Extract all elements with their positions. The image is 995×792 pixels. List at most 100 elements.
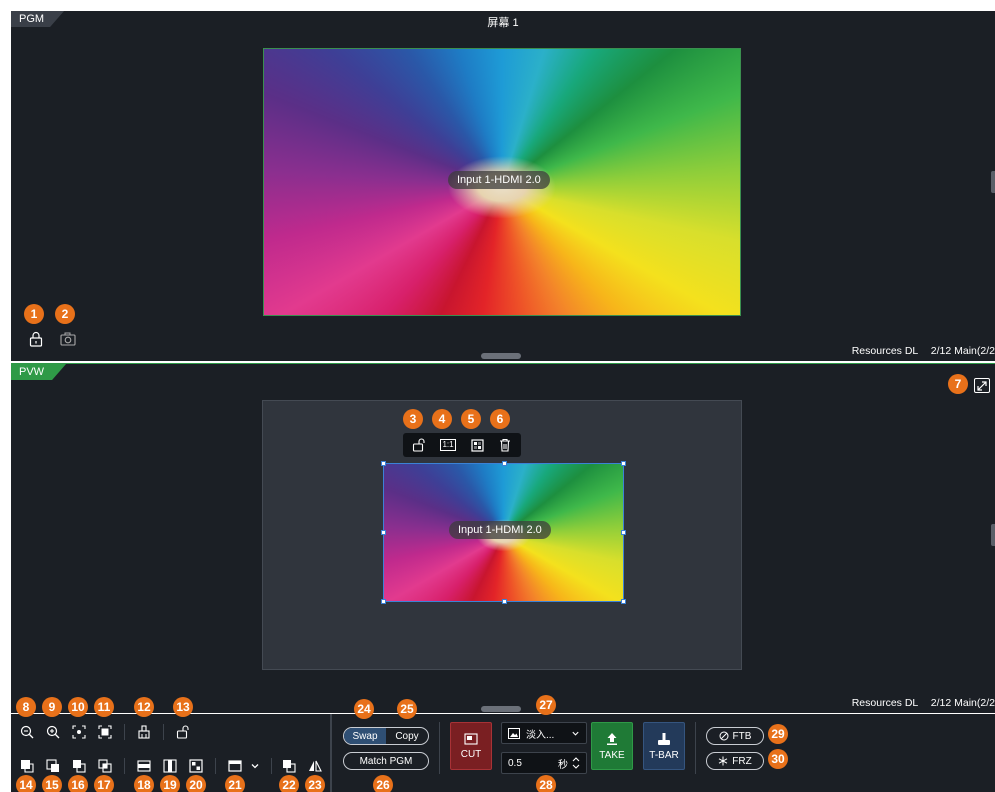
fit-center-icon[interactable]	[71, 724, 87, 740]
callout-badge: 1	[24, 304, 44, 324]
ftb-button[interactable]: FTB	[706, 727, 764, 745]
resize-handle-w[interactable]	[381, 530, 386, 535]
cut-label: CUT	[460, 748, 482, 760]
selected-layer[interactable]: Input 1-HDMI 2.0	[381, 461, 626, 604]
pgm-controls	[28, 331, 76, 347]
duration-value: 0.5	[508, 757, 522, 769]
callout-badge: 10	[68, 697, 88, 717]
vertical-fill-icon[interactable]	[162, 758, 178, 774]
resize-handle-sw[interactable]	[381, 599, 386, 604]
pvw-side-tab[interactable]	[991, 524, 995, 546]
zoom-in-icon[interactable]	[45, 724, 61, 740]
swap-copy-toggle[interactable]: Swap Copy	[343, 727, 429, 745]
pgm-canvas: Input 1-HDMI 2.0	[263, 48, 741, 316]
fit-screen-icon[interactable]	[97, 724, 113, 740]
pgm-resize-handle[interactable]	[481, 353, 521, 359]
callout-badge: 6	[490, 409, 510, 429]
zoom-out-icon[interactable]	[19, 724, 35, 740]
app-window: PGM 屏幕 1 Input 1-HDMI 2.0 Resources DL 2…	[0, 0, 995, 792]
callout-badge: 14	[16, 775, 36, 792]
transition-effect-select[interactable]: 淡入...	[501, 722, 587, 744]
stepper-icon[interactable]	[572, 756, 580, 770]
pgm-side-tab[interactable]	[991, 171, 995, 193]
section-separator	[439, 722, 440, 774]
take-label: TAKE	[599, 749, 625, 761]
bring-to-front-icon[interactable]	[19, 758, 35, 774]
camera-icon[interactable]	[60, 331, 76, 347]
pvw-tag: PVW	[11, 364, 66, 380]
pgm-layer-count: 2/12 Main(2/2	[930, 345, 995, 357]
pvw-resize-handle[interactable]	[481, 706, 521, 712]
ftb-label: FTB	[732, 730, 752, 742]
pgm-panel: PGM 屏幕 1 Input 1-HDMI 2.0 Resources DL 2…	[11, 11, 995, 361]
frz-button[interactable]: FRZ	[706, 752, 764, 770]
pvw-layer-count: 2/12 Main(2/2	[930, 697, 995, 709]
send-backward-icon[interactable]	[97, 758, 113, 774]
ratio-1-1-icon[interactable]: 1:1	[439, 437, 457, 453]
callout-badge: 2	[55, 304, 75, 324]
cut-icon	[464, 732, 478, 745]
callout-badge: 22	[279, 775, 299, 792]
duration-unit: 秒	[558, 759, 568, 771]
callout-badge: 13	[173, 697, 193, 717]
full-fill-icon[interactable]	[188, 758, 204, 774]
trash-icon[interactable]	[497, 437, 513, 453]
ratio-label: 1:1	[440, 439, 456, 451]
pgm-status-bar: Resources DL 2/12 Main(2/2	[842, 345, 995, 357]
callout-badge: 3	[403, 409, 423, 429]
resize-handle-ne[interactable]	[621, 461, 626, 466]
callout-badge: 26	[373, 775, 393, 792]
no-signal-icon	[719, 731, 729, 741]
tbar-button[interactable]: T-BAR	[643, 722, 685, 770]
flip-icon[interactable]	[307, 758, 323, 774]
resize-handle-n[interactable]	[502, 461, 507, 466]
transition-duration-input[interactable]: 0.5 秒	[501, 752, 587, 774]
swap-button[interactable]: Swap	[344, 728, 386, 744]
callout-badge: 20	[186, 775, 206, 792]
callout-badge: 17	[94, 775, 114, 792]
tool-separator	[215, 758, 216, 774]
match-pgm-button[interactable]: Match PGM	[343, 752, 429, 770]
resize-handle-se[interactable]	[621, 599, 626, 604]
snowflake-icon	[719, 756, 728, 766]
callout-badge: 25	[397, 699, 417, 719]
send-to-back-icon[interactable]	[45, 758, 61, 774]
tbar-icon	[658, 732, 670, 745]
fill-window-icon[interactable]	[469, 437, 485, 453]
clear-icon[interactable]	[136, 724, 152, 740]
frz-label: FRZ	[732, 755, 752, 767]
bring-forward-icon[interactable]	[71, 758, 87, 774]
tool-separator	[163, 724, 164, 740]
pvw-input-label: Input 1-HDMI 2.0	[449, 521, 551, 539]
unlock-icon[interactable]	[411, 437, 427, 453]
chevron-down-icon[interactable]	[247, 758, 263, 774]
callout-badge: 29	[768, 724, 788, 744]
callout-badge: 16	[68, 775, 88, 792]
callout-badge: 11	[94, 697, 114, 717]
resize-handle-nw[interactable]	[381, 461, 386, 466]
unlock-all-icon[interactable]	[175, 724, 191, 740]
horizontal-fill-icon[interactable]	[136, 758, 152, 774]
chevron-down-icon	[572, 731, 579, 736]
callout-badge: 21	[225, 775, 245, 792]
callout-badge: 9	[42, 697, 62, 717]
callout-badge: 23	[305, 775, 325, 792]
copy-layer-icon[interactable]	[281, 758, 297, 774]
callout-badge: 24	[354, 699, 374, 719]
lock-icon[interactable]	[28, 331, 44, 347]
resize-handle-s[interactable]	[502, 599, 507, 604]
callout-badge: 4	[432, 409, 452, 429]
layout-template-icon[interactable]	[227, 758, 243, 774]
cut-button[interactable]: CUT	[450, 722, 492, 770]
copy-button[interactable]: Copy	[386, 728, 428, 744]
callout-badge: 28	[536, 775, 556, 792]
resize-handle-e[interactable]	[621, 530, 626, 535]
callout-badge: 18	[134, 775, 154, 792]
take-button[interactable]: TAKE	[591, 722, 633, 770]
upload-arrow-icon	[607, 732, 617, 745]
pvw-canvas[interactable]: 1:1 Input 1-HDMI 2.0	[262, 400, 742, 670]
fullscreen-icon[interactable]	[974, 378, 990, 393]
control-bar: Swap Copy Match PGM CUT 淡入... 0.5 秒 TAKE	[11, 714, 995, 792]
callout-badge: 5	[461, 409, 481, 429]
section-separator	[695, 722, 696, 774]
